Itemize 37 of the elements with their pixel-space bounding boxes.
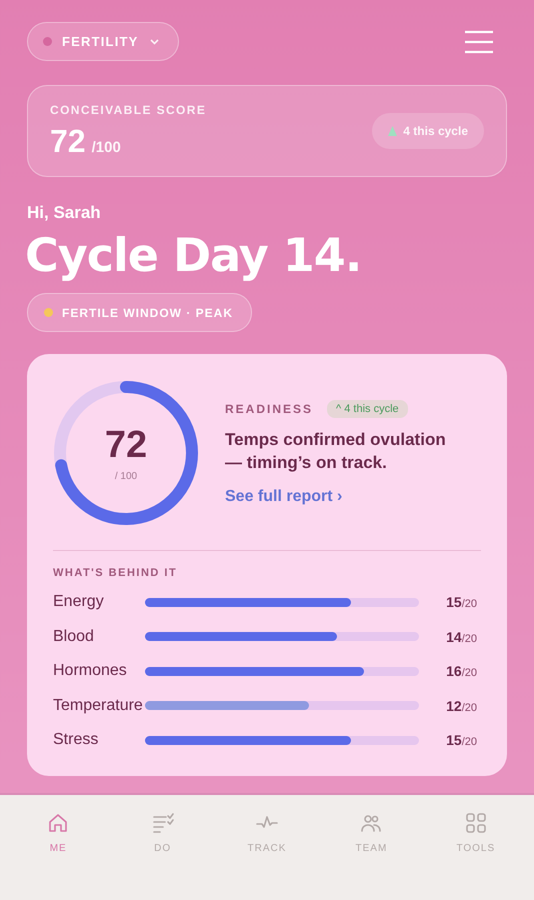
status-dot-icon [43,37,52,46]
chevron-down-icon [148,38,160,46]
checklist-icon [150,811,175,835]
readiness-label: READINESS [225,402,314,416]
score-label: CONCEIVABLE SCORE [50,102,206,116]
factor-label: Stress [53,731,98,750]
cycle-day-title: Cycle Day 14. [25,227,362,283]
nav-tab[interactable]: TRACK [242,807,292,858]
grid-icon [464,811,488,835]
report-link[interactable]: See full report › [225,488,342,506]
score-value: 72 [50,122,86,160]
factor-score: 14/20 [446,628,477,645]
factor-label: Temperature [53,696,143,715]
nav-tab[interactable]: TEAM [350,807,394,858]
readiness-message: Temps confirmed ovulation — timing’s on track. [225,429,447,474]
mode-selector[interactable]: FERTILITY [27,22,179,61]
phase-pill: FERTILE WINDOW · PEAK [27,293,252,332]
factor-score: 12/20 [446,698,477,714]
nav-tab[interactable]: ME [40,807,76,858]
factor-score: 15/20 [446,732,477,748]
menu-icon[interactable] [464,30,494,54]
change-badge: 4 this cycle [372,113,484,149]
nav-tab[interactable]: TOOLS [450,807,502,858]
factor-score: 15/20 [446,594,477,610]
factor-label: Energy [53,593,104,612]
nav-tab[interactable]: DO [144,807,181,858]
factor-score: 16/20 [446,663,477,680]
readiness-max: / 100 [114,470,138,482]
triangle-up-icon [388,126,398,136]
greeting: Hi, Sarah [27,203,102,223]
score-max: /100 [92,138,121,156]
change-badge: ^ 4 this cycle [327,400,408,418]
section-heading: WHAT'S BEHIND IT [53,567,178,579]
factor-label: Hormones [53,662,127,680]
readiness-score: 72 [104,424,148,464]
status-dot-icon [44,308,53,317]
factor-label: Blood [53,628,94,646]
